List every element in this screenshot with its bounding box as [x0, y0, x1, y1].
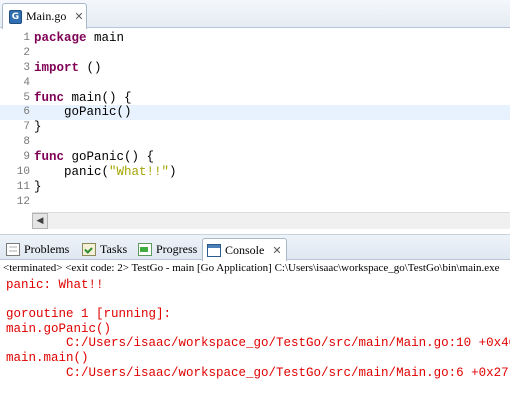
code-line[interactable]: 10 panic("What!!") [0, 165, 510, 180]
console-line: C:/Users/isaac/workspace_go/TestGo/src/m… [6, 365, 509, 380]
code-token: goPanic() [34, 105, 132, 120]
tab-label: Console [225, 242, 265, 257]
console-line: goroutine 1 [running]: [6, 307, 172, 322]
line-number: 9 [23, 151, 30, 164]
horizontal-scrollbar[interactable]: ◀ [32, 212, 510, 229]
keyword-token: import [34, 60, 80, 75]
editor-tab-main-go[interactable]: G Main.go ✕ [2, 3, 87, 29]
line-number: 3 [23, 61, 30, 74]
tab-label: Tasks [100, 241, 128, 256]
line-number: 10 [16, 166, 30, 179]
tab-progress[interactable]: Progress [134, 238, 201, 260]
bottom-panel: Problems Tasks Progress Console ✕ <terminate… [0, 234, 510, 409]
problems-icon [6, 242, 20, 256]
panel-tab-bar: Problems Tasks Progress Console ✕ [0, 234, 510, 261]
scroll-left-icon[interactable]: ◀ [32, 213, 48, 229]
line-text: } [34, 120, 42, 135]
line-number: 6 [23, 106, 30, 119]
progress-icon [138, 242, 152, 256]
keyword-token: package [34, 31, 87, 45]
keyword-token: func [34, 90, 65, 105]
code-line[interactable]: 2 [0, 46, 510, 61]
line-number: 7 [23, 121, 30, 134]
tab-label: Problems [24, 241, 70, 256]
close-icon[interactable]: ✕ [74, 10, 83, 23]
keyword-token: func [34, 150, 65, 165]
code-token: panic( [34, 165, 110, 180]
string-token: "What!!" [109, 165, 170, 180]
line-text: } [34, 180, 42, 195]
code-token: goPanic() { [64, 150, 155, 165]
code-editor[interactable]: 1 package main 2 3 import () 4 5 func main() {6… [0, 31, 510, 211]
code-token: main() { [64, 90, 132, 105]
code-line[interactable]: 5 func main() { [0, 91, 510, 106]
tab-label: Progress [156, 241, 198, 256]
line-text: import () [34, 61, 102, 76]
go-file-icon: G [9, 9, 22, 24]
line-number: 8 [23, 136, 30, 149]
tab-problems[interactable]: Problems [2, 238, 73, 260]
line-number: 4 [23, 76, 30, 89]
console-process-label: <terminated> <exit code: 2> TestGo - mai… [3, 262, 500, 274]
console-line: C:/Users/isaac/workspace_go/TestGo/src/m… [6, 336, 510, 351]
code-token: () [79, 60, 102, 75]
code-token: ) [169, 165, 177, 180]
code-line[interactable]: 3 import () [0, 61, 510, 76]
console-output[interactable]: panic: What!! goroutine 1 [running]: main.… [0, 278, 510, 408]
editor-tab-label: Main.go [26, 9, 67, 23]
line-number: 2 [23, 46, 30, 59]
code-line[interactable]: 1 package main [0, 31, 510, 46]
code-line[interactable]: 6 goPanic() [0, 105, 510, 121]
tasks-icon [82, 242, 96, 256]
editor-area[interactable]: G Main.go ✕ 1 package main 2 3 import () 4 5 fu… [0, 0, 510, 232]
line-number: 11 [16, 180, 30, 193]
close-icon[interactable]: ✕ [272, 244, 281, 257]
console-icon [207, 243, 221, 257]
console-line: main.goPanic() [6, 321, 112, 336]
line-number: 1 [23, 32, 30, 44]
code-line[interactable]: 8 [0, 135, 510, 150]
code-line[interactable]: 4 [0, 76, 510, 91]
line-text: func main() { [34, 91, 132, 106]
code-token: } [34, 120, 42, 135]
code-line[interactable]: 9 func goPanic() { [0, 150, 510, 165]
line-number: 5 [23, 91, 30, 104]
line-text: package main [34, 31, 124, 46]
line-number: 12 [16, 195, 30, 208]
code-token: main [86, 31, 125, 45]
tab-console[interactable]: Console ✕ [202, 238, 287, 261]
code-token: } [34, 179, 42, 194]
line-text: func goPanic() { [34, 150, 154, 165]
line-text: goPanic() [34, 105, 132, 120]
code-line[interactable]: 12 [0, 195, 510, 210]
line-text: panic("What!!") [34, 165, 177, 180]
console-line: main.main() [6, 350, 89, 365]
tab-tasks[interactable]: Tasks [78, 238, 131, 260]
code-line[interactable]: 7} [0, 120, 510, 135]
code-line[interactable]: 11} [0, 180, 510, 195]
console-line: panic: What!! [6, 278, 104, 292]
editor-tab-bar: G Main.go ✕ [0, 0, 510, 29]
